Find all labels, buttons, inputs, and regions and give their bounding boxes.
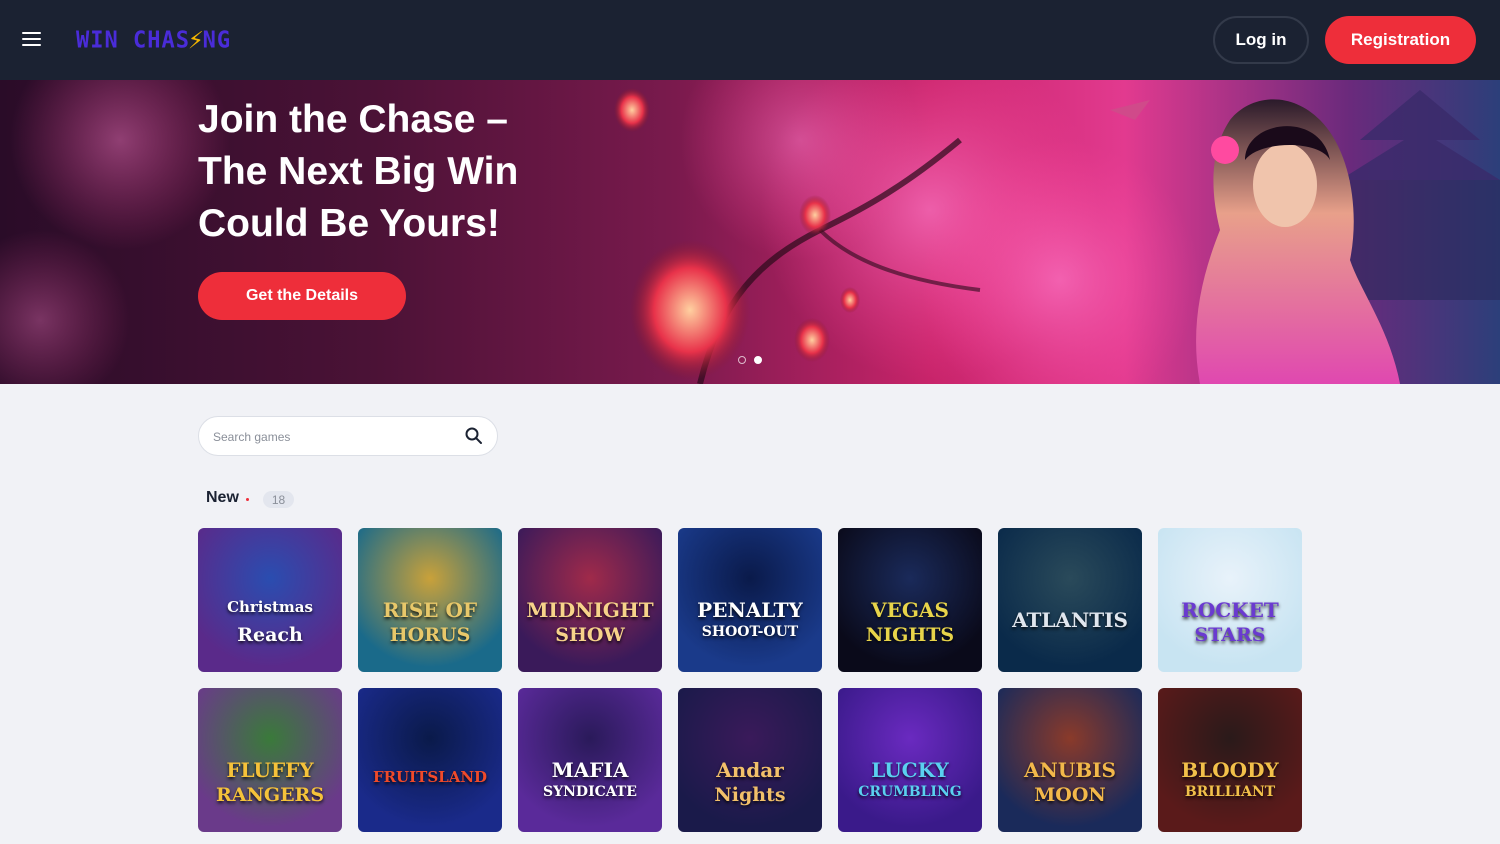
game-title-line: MAFIA [551,758,629,782]
game-title-line: HORUS [389,624,471,646]
game-title-line: Reach [237,624,303,646]
hero-title-line: The Next Big Win [198,150,519,193]
section-title: New [206,489,239,506]
game-title-line: RANGERS [215,784,325,806]
hero-title-line: Join the Chase – [198,98,508,141]
search-input[interactable] [213,427,453,447]
logo-text-right: NG [202,26,232,54]
game-tile[interactable]: MAFIA SYNDICATE [518,688,662,832]
game-tile[interactable]: MIDNIGHT SHOW [518,528,662,672]
game-thumbnail [358,688,502,832]
game-title-line: Christmas [227,598,313,616]
game-title-line: BRILLIANT [1184,784,1276,800]
registration-button[interactable]: Registration [1325,16,1476,64]
game-title-line: LUCKY [871,758,949,782]
game-title-line: SYNDICATE [543,784,637,800]
search-icon[interactable] [464,426,484,446]
game-title-line: VEGAS [871,598,949,622]
section-divider-dot [246,498,249,501]
carousel-dot-active[interactable] [754,356,762,364]
game-title-line: NIGHTS [865,624,955,646]
carousel-dot[interactable] [738,356,746,364]
game-tile[interactable]: VEGAS NIGHTS [838,528,982,672]
game-title-line: FRUITSLAND [372,768,488,786]
game-tile[interactable]: ATLANTIS [998,528,1142,672]
game-title-line: ROCKET [1181,598,1279,622]
game-tile[interactable]: ROCKET STARS [1158,528,1302,672]
hero-banner: Join the Chase – The Next Big Win Could … [0,80,1500,384]
section-count-badge: 18 [263,491,294,508]
logo-text-left: WIN CHAS [76,26,190,54]
game-title-line: RISE OF [382,598,478,622]
game-title-line: MOON [1034,784,1106,806]
game-title-line: Andar [716,758,784,782]
game-title-line: CRUMBLING [858,784,962,800]
game-title-line: ATLANTIS [1012,608,1128,632]
game-title-line: BLOODY [1181,758,1279,782]
game-title-line: SHOOT-OUT [701,624,799,640]
get-details-button[interactable]: Get the Details [198,272,406,320]
game-tile[interactable]: ANUBIS MOON [998,688,1142,832]
game-tile[interactable]: RISE OF HORUS [358,528,502,672]
game-tile[interactable]: FRUITSLAND [358,688,502,832]
game-title-line: Nights [714,784,786,806]
game-title-line: STARS [1194,624,1266,646]
search-box [198,416,498,456]
game-title-line: ANUBIS [1024,758,1116,782]
login-button[interactable]: Log in [1213,16,1309,64]
game-tile[interactable]: LUCKY CRUMBLING [838,688,982,832]
game-tile[interactable]: Andar Nights [678,688,822,832]
hamburger-menu-icon[interactable] [22,28,50,52]
hero-title: Join the Chase – The Next Big Win Could … [198,94,618,250]
game-thumbnail [998,528,1142,672]
site-logo[interactable]: WIN CHAS ⚡ NG [76,21,231,59]
game-tile[interactable]: Christmas Reach [198,528,342,672]
game-tile[interactable]: BLOODY BRILLIANT [1158,688,1302,832]
game-tile[interactable]: FLUFFY RANGERS [198,688,342,832]
carousel-dots [738,356,762,364]
hero-title-line: Could Be Yours! [198,202,500,245]
game-tile[interactable]: PENALTY SHOOT-OUT [678,528,822,672]
game-title-line: SHOW [555,624,625,646]
game-title-line: FLUFFY [226,758,314,782]
game-title-line: PENALTY [697,598,803,622]
top-header: WIN CHAS ⚡ NG Log in Registration [0,0,1500,80]
game-title-line: MIDNIGHT [526,598,654,622]
